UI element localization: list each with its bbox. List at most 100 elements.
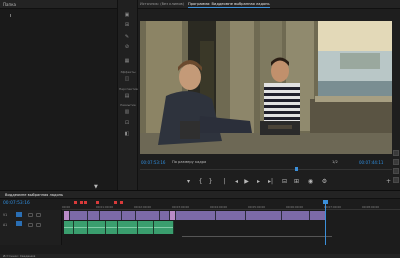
fx-tool-icon[interactable]: ⊡ [122, 120, 132, 126]
timeline-panel: Виддеомне выбранная ладонь 00:07:53:16 0… [0, 190, 400, 254]
tab-source[interactable]: Источник: (без клипов) [140, 2, 184, 6]
settings-icon[interactable]: ⚙ [320, 178, 329, 186]
ruler-label: 00:04:00:00 [210, 205, 228, 209]
a1-source-target[interactable] [16, 221, 22, 226]
footer-label[interactable]: Источник: Сведения [3, 254, 35, 258]
overwrite-icon[interactable]: ⊞ [292, 178, 301, 186]
timeline-marker[interactable] [84, 201, 87, 204]
play-icon[interactable]: ▶ [242, 178, 251, 186]
zoom-fit-select[interactable]: По размеру кадра [172, 160, 206, 164]
monitor-duration-timecode: 00:07:44:11 [359, 160, 384, 165]
audio-clip[interactable] [64, 221, 74, 234]
fx-tool-icon[interactable]: ▦ [122, 58, 132, 64]
go-to-out-icon[interactable]: ▸| [266, 178, 275, 186]
fx-tool-icon[interactable]: ⊞ [122, 22, 132, 28]
ruler-label: 00:05:00:00 [248, 205, 266, 209]
export-frame-icon[interactable]: ◉ [306, 178, 315, 186]
tab-program[interactable]: Программа: Виддеомне выбранная ладонь [188, 2, 270, 8]
right-tool-strip [392, 150, 400, 190]
ruler-label: 00:06:00:00 [286, 205, 304, 209]
fx-tool-icon[interactable]: ▣ [122, 12, 132, 18]
audio-clip[interactable] [118, 221, 138, 234]
go-to-in-icon[interactable]: | [220, 178, 229, 186]
video-clip[interactable] [136, 211, 160, 220]
sequence-tab[interactable]: Виддеомне выбранная ладонь [5, 193, 63, 197]
video-clip[interactable] [310, 211, 326, 220]
ruler-label: 00:00 [62, 205, 71, 209]
tool-icon[interactable] [393, 168, 399, 174]
monitor-tabbar: Источник: (без клипов) Программа: Виддео… [138, 0, 400, 9]
fx-label: Размытие [120, 103, 136, 107]
project-panel: Папка [0, 0, 118, 190]
tool-icon[interactable] [393, 177, 399, 183]
effects-strip: ▣ ⊞ ✎ ⊘ ▦ Эффекты ◫ Перспектива ▤ Размыт… [118, 0, 140, 190]
track-name-a1: A1 [3, 223, 8, 227]
ruler-label: 00:03:00:00 [172, 205, 190, 209]
audio-level-line [182, 236, 332, 237]
insert-icon[interactable]: ⊟ [280, 178, 289, 186]
video-track-v1 [62, 211, 332, 220]
pen-icon[interactable]: ✎ [122, 34, 132, 40]
monitor-current-timecode[interactable]: 00:07:53:16 [141, 160, 165, 165]
timeline-marker[interactable] [96, 201, 99, 204]
video-clip[interactable] [160, 211, 170, 220]
resolution-select[interactable]: 1/2 [332, 160, 338, 164]
monitor-scrub-bar[interactable] [140, 169, 392, 173]
video-clip[interactable] [100, 211, 122, 220]
ruler-label: 00:08:00:00 [362, 205, 380, 209]
track-eye-button[interactable] [36, 213, 41, 217]
marker-icon[interactable]: ▾ [184, 178, 193, 186]
ruler-label: 00:07:00:00 [324, 205, 342, 209]
fx-label: Перспектива [119, 87, 140, 91]
in-point-icon[interactable]: { [196, 178, 205, 186]
video-clip[interactable] [122, 211, 136, 220]
video-frame[interactable] [140, 21, 392, 154]
timeline-playhead[interactable] [325, 200, 326, 245]
link-icon[interactable]: ⊘ [122, 44, 132, 50]
audio-track-a1 [62, 221, 332, 237]
audio-clip[interactable] [74, 221, 88, 234]
video-clip[interactable] [88, 211, 100, 220]
transport-controls: ▾ { } | ◂ ▶ ▸ ▸| ⊟ ⊞ ◉ ⚙ + [140, 176, 392, 188]
timeline-marker[interactable] [114, 201, 117, 204]
project-panel-title[interactable]: Папка [0, 0, 117, 9]
fx-tool-icon[interactable]: ◫ [122, 76, 132, 82]
audio-clip[interactable] [106, 221, 118, 234]
video-clip[interactable] [282, 211, 310, 220]
fx-tool-icon[interactable]: ◧ [122, 131, 132, 137]
out-point-icon[interactable]: } [206, 178, 215, 186]
timeline-marker[interactable] [80, 201, 83, 204]
ruler-label: 00:02:00:00 [134, 205, 152, 209]
tool-icon[interactable] [393, 150, 399, 156]
time-ruler[interactable]: 00:00 00:01:00:00 00:02:00:00 00:03:00:0… [62, 200, 400, 210]
audio-clip[interactable] [138, 221, 154, 234]
monitor-playhead[interactable] [295, 167, 298, 171]
timeline-marker[interactable] [120, 201, 123, 204]
track-solo-button[interactable] [36, 223, 41, 227]
ruler-label: 00:01:00:00 [96, 205, 114, 209]
step-forward-icon[interactable]: ▸ [254, 178, 263, 186]
program-monitor: Источник: (без клипов) Программа: Виддео… [138, 0, 400, 190]
track-name-v1: V1 [3, 213, 8, 217]
step-back-icon[interactable]: ◂ [232, 178, 241, 186]
panel-marker [10, 14, 11, 17]
tool-icon[interactable] [393, 159, 399, 165]
track-headers: V1 A1 [0, 210, 62, 245]
v1-source-target[interactable] [16, 212, 22, 217]
footer-bar: Источник: Сведения [0, 254, 400, 258]
fx-label: Эффекты [120, 70, 136, 74]
timeline-marker[interactable] [74, 201, 77, 204]
video-clip[interactable] [70, 211, 88, 220]
video-frame-image [140, 21, 392, 154]
fx-tool-icon[interactable]: ▥ [122, 109, 132, 115]
video-clip[interactable] [246, 211, 282, 220]
track-mute-button[interactable] [28, 223, 33, 227]
video-clip[interactable] [176, 211, 216, 220]
audio-clip[interactable] [154, 221, 174, 234]
timeline-timecode[interactable]: 00:07:53:16 [3, 201, 30, 206]
timeline-tabbar: Виддеомне выбранная ладонь [0, 191, 400, 199]
video-clip[interactable] [216, 211, 246, 220]
track-lock-button[interactable] [28, 213, 33, 217]
audio-clip[interactable] [88, 221, 106, 234]
fx-tool-icon[interactable]: ▤ [122, 93, 132, 99]
